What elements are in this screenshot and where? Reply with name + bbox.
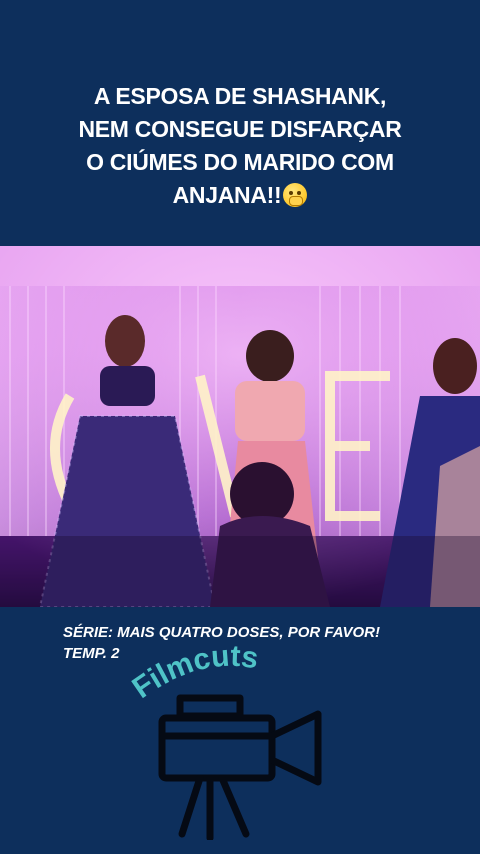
video-frame[interactable]	[0, 246, 480, 607]
stage-floor-shadow	[0, 536, 480, 607]
headline: A ESPOSA DE SHASHANK, NEM CONSEGUE DISFA…	[0, 80, 480, 212]
headline-line-1: A ESPOSA DE SHASHANK,	[93, 83, 387, 109]
headline-line-4-text: ANJANA!!	[172, 182, 282, 208]
video-scene	[0, 246, 480, 607]
headline-line-2: NEM CONSEGUE DISFARÇAR	[78, 116, 402, 142]
page: A ESPOSA DE SHASHANK, NEM CONSEGUE DISFA…	[0, 0, 480, 854]
headline-line-3: O CIÚMES DO MARIDO COM	[86, 149, 394, 175]
video-camera-icon	[158, 694, 322, 840]
shushing-face-icon	[283, 183, 308, 207]
headline-line-4: ANJANA!!	[0, 179, 480, 212]
